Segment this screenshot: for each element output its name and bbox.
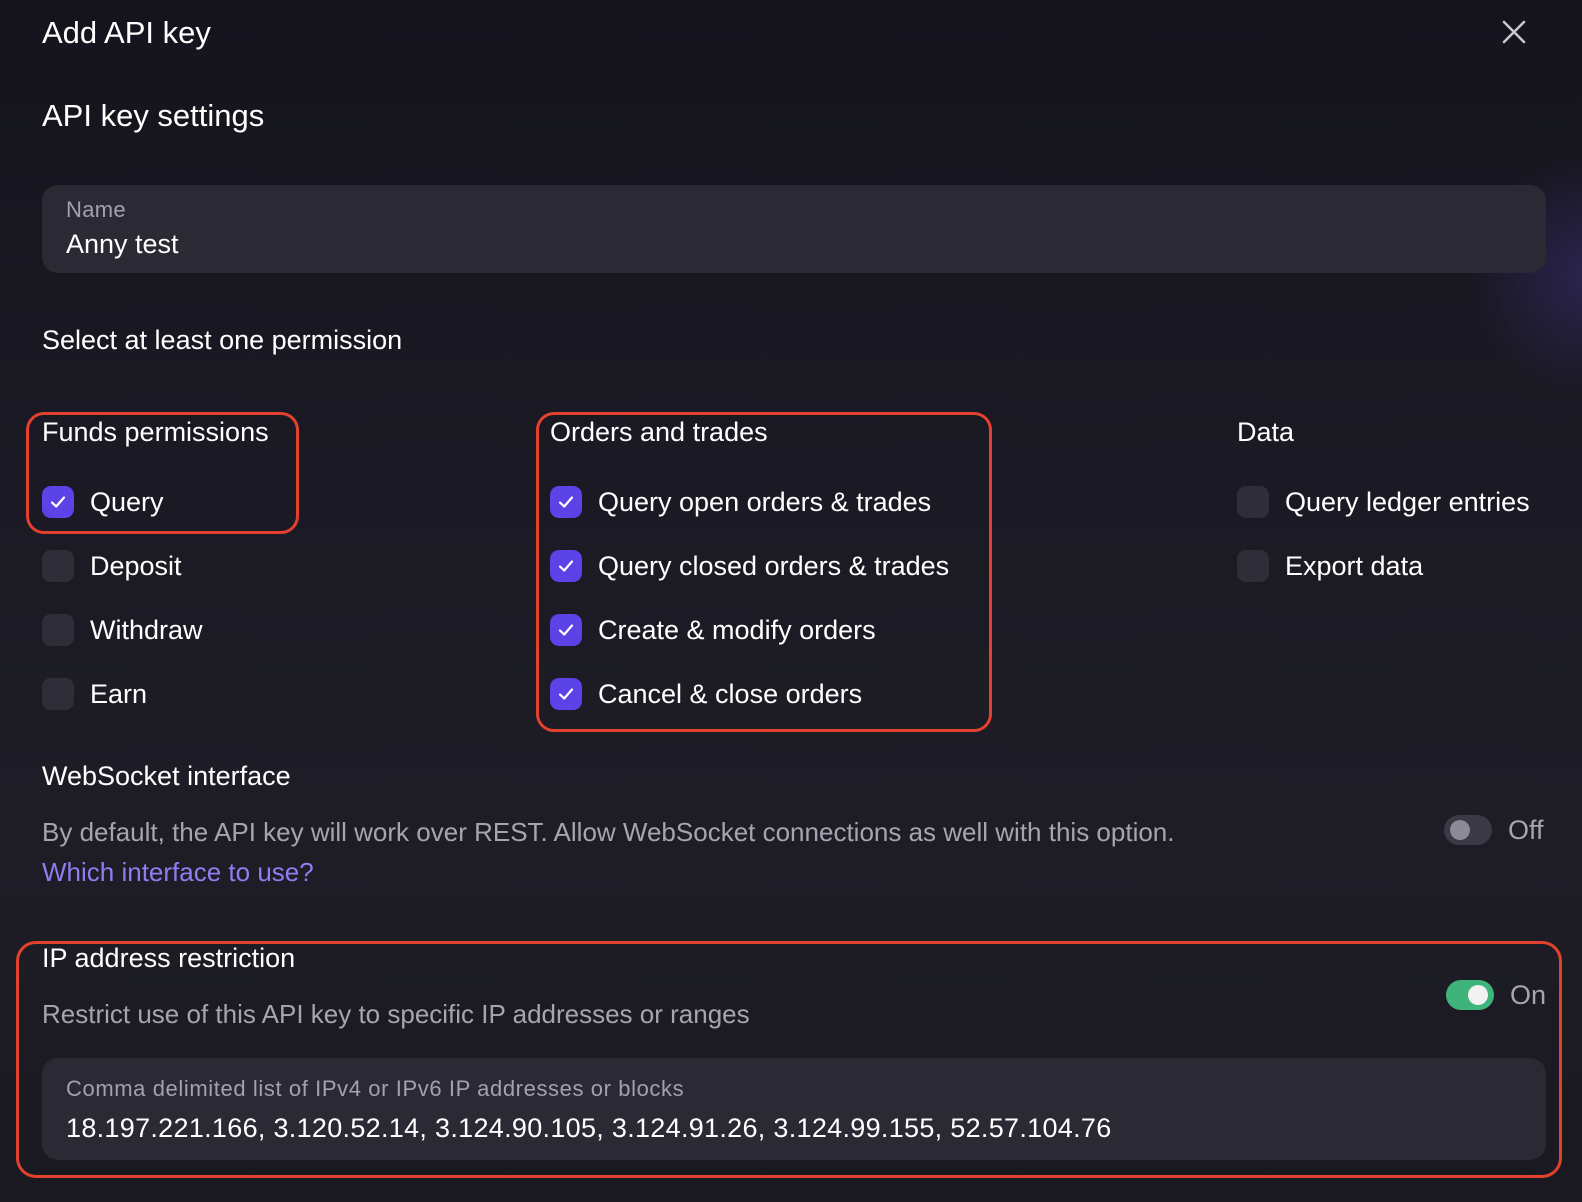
ip-restriction-toggle-state: On <box>1510 980 1547 1010</box>
ip-restriction-description: Restrict use of this API key to specific… <box>42 999 750 1029</box>
name-field[interactable]: Name Anny test <box>42 185 1546 273</box>
check-icon <box>558 624 574 636</box>
checkbox-export-data[interactable] <box>1237 550 1269 582</box>
permission-label: Withdraw <box>90 614 203 645</box>
permission-label: Query open orders & trades <box>598 486 932 517</box>
websocket-help-link[interactable]: Which interface to use? <box>42 855 314 889</box>
ip-address-field-label: Comma delimited list of IPv4 or IPv6 IP … <box>66 1076 685 1101</box>
permission-label: Query closed orders & trades <box>598 550 950 581</box>
permission-item-create-modify-orders[interactable]: Create & modify orders <box>550 612 949 648</box>
checkbox-create-modify-orders[interactable] <box>550 614 582 646</box>
permission-label: Deposit <box>90 550 182 581</box>
permission-label: Earn <box>90 678 148 709</box>
permission-label: Export data <box>1285 550 1424 581</box>
ip-address-field[interactable]: Comma delimited list of IPv4 or IPv6 IP … <box>42 1058 1546 1160</box>
ip-restriction-title: IP address restriction <box>42 943 296 973</box>
check-icon <box>558 688 574 700</box>
check-icon <box>558 560 574 572</box>
checkbox-earn[interactable] <box>42 678 74 710</box>
permission-label: Create & modify orders <box>598 614 876 645</box>
websocket-title: WebSocket interface <box>42 761 291 791</box>
name-field-label: Name <box>66 197 126 222</box>
close-icon <box>1502 20 1526 44</box>
checkbox-query-open-orders[interactable] <box>550 486 582 518</box>
permission-item-cancel-close-orders[interactable]: Cancel & close orders <box>550 676 949 712</box>
checkbox-withdraw[interactable] <box>42 614 74 646</box>
check-icon <box>50 496 66 508</box>
websocket-toggle[interactable] <box>1444 815 1492 845</box>
permission-item-earn[interactable]: Earn <box>42 676 203 712</box>
checkbox-query-ledger[interactable] <box>1237 486 1269 518</box>
ip-restriction-toggle[interactable] <box>1446 980 1494 1010</box>
permission-instruction: Select at least one permission <box>42 325 403 355</box>
checkbox-query-closed-orders[interactable] <box>550 550 582 582</box>
permission-item-withdraw[interactable]: Withdraw <box>42 612 203 648</box>
permission-item-query-closed-orders[interactable]: Query closed orders & trades <box>550 548 949 584</box>
toggle-knob <box>1468 985 1488 1005</box>
permission-item-export-data[interactable]: Export data <box>1237 548 1530 584</box>
orders-trades-list: Query open orders & trades Query closed … <box>550 484 949 712</box>
permission-label: Cancel & close orders <box>598 678 863 709</box>
checkbox-funds-query[interactable] <box>42 486 74 518</box>
orders-trades-heading: Orders and trades <box>550 417 768 447</box>
dialog-title: Add API key <box>42 15 211 50</box>
websocket-toggle-state: Off <box>1508 815 1544 845</box>
settings-title: API key settings <box>42 98 265 133</box>
permission-item-query-open-orders[interactable]: Query open orders & trades <box>550 484 949 520</box>
data-permissions-heading: Data <box>1237 417 1295 447</box>
name-field-value[interactable]: Anny test <box>66 229 179 260</box>
funds-permissions-list: Query Deposit Withdraw Earn <box>42 484 203 712</box>
websocket-description: By default, the API key will work over R… <box>42 817 1175 847</box>
ip-address-field-value[interactable]: 18.197.221.166, 3.120.52.14, 3.124.90.10… <box>66 1113 1112 1144</box>
check-icon <box>558 496 574 508</box>
data-permissions-list: Query ledger entries Export data <box>1237 484 1530 584</box>
checkbox-cancel-close-orders[interactable] <box>550 678 582 710</box>
permission-label: Query ledger entries <box>1285 486 1530 517</box>
checkbox-deposit[interactable] <box>42 550 74 582</box>
permission-item-funds-query[interactable]: Query <box>42 484 203 520</box>
permission-label: Query <box>90 486 164 517</box>
close-button[interactable] <box>1496 14 1532 50</box>
permission-item-query-ledger[interactable]: Query ledger entries <box>1237 484 1530 520</box>
funds-permissions-heading: Funds permissions <box>42 417 269 447</box>
permission-item-deposit[interactable]: Deposit <box>42 548 203 584</box>
toggle-knob <box>1450 820 1470 840</box>
